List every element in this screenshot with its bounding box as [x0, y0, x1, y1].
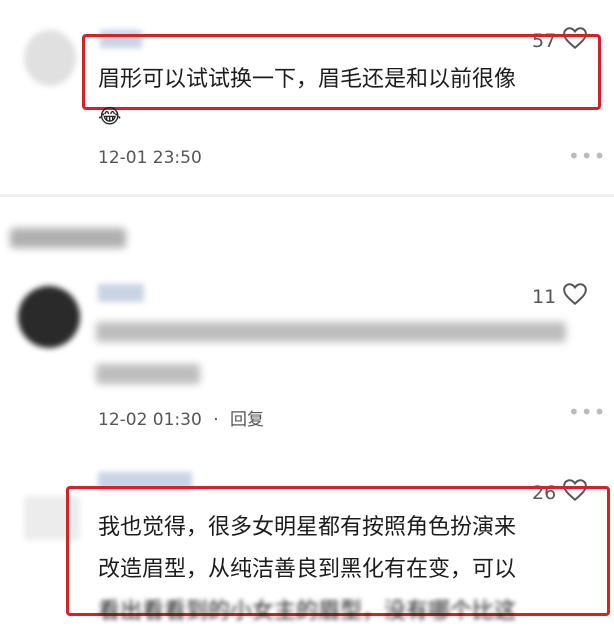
username-blurred[interactable]	[98, 284, 144, 302]
comment-text-line2: 改造眉型，从纯洁善良到黑化有在变，可以	[98, 557, 517, 582]
comment-text-blurred	[96, 364, 200, 384]
more-dots-icon[interactable]: •••	[568, 144, 606, 168]
avatar[interactable]	[18, 286, 80, 348]
comment-text-blurred	[96, 322, 566, 342]
meta-separator: ·	[213, 410, 219, 430]
more-dots-icon[interactable]: •••	[568, 400, 606, 424]
reply-link[interactable]: 回复	[230, 410, 264, 430]
comment-meta: 12-02 01:30 · 回复	[98, 405, 264, 430]
like-button[interactable]: 11	[532, 282, 588, 311]
comment-timestamp: 12-02 01:30	[98, 410, 202, 430]
avatar[interactable]	[24, 30, 76, 86]
section-divider	[0, 194, 614, 197]
laughing-emoji-icon: 😂	[98, 104, 122, 128]
comment-text-line1: 我也觉得，很多女明星都有按照角色扮演来	[98, 515, 517, 540]
comment-text-line3: 看出看看到的小女主的眉型，没有哪个比这	[98, 599, 517, 624]
section-header-blurred	[10, 228, 126, 248]
heart-outline-icon	[562, 282, 588, 311]
comment-text: 眉形可以试试换一下，眉毛还是和以前很像	[98, 67, 517, 92]
like-count: 11	[532, 285, 557, 308]
comment-timestamp: 12-01 23:50	[98, 148, 202, 168]
